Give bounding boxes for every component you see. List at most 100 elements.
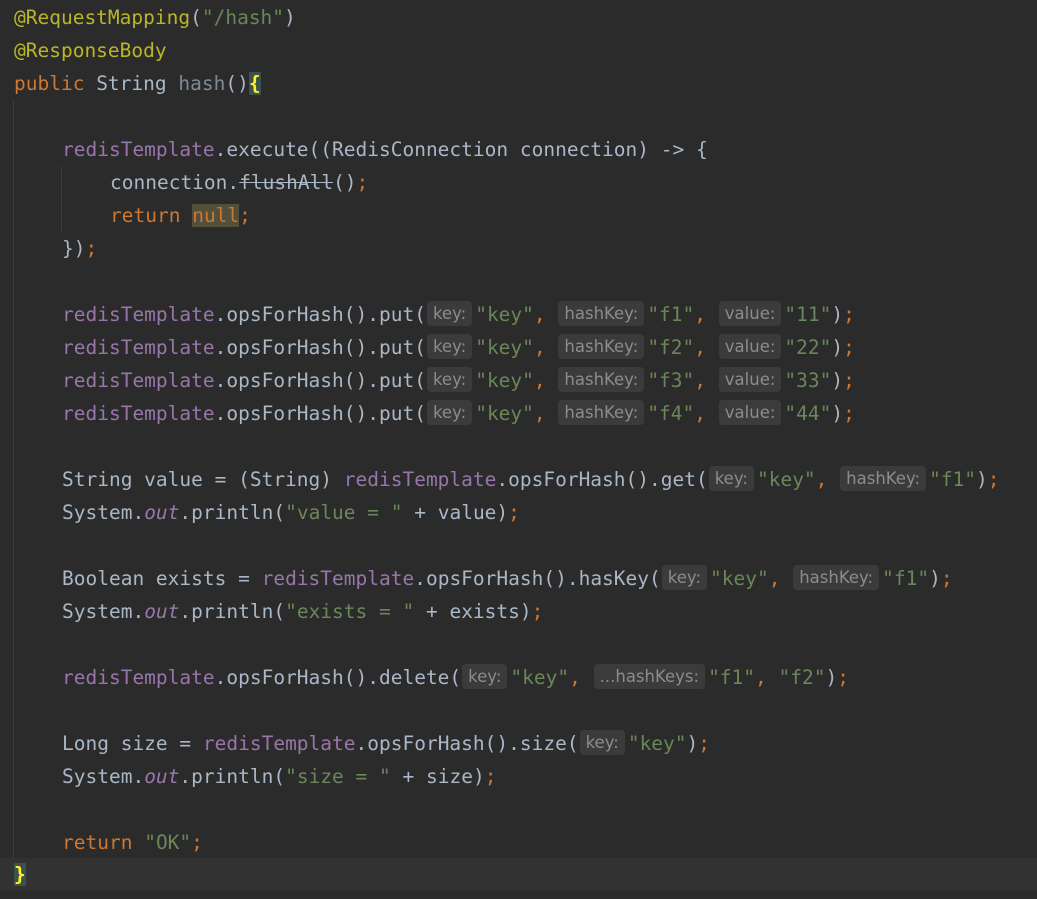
string-literal: "key" — [710, 567, 769, 590]
string-literal: "value = " — [285, 501, 403, 524]
code-line-26[interactable]: return "OK"; — [0, 826, 1037, 859]
code-line-15[interactable]: String value = (String) redisTemplate.op… — [0, 463, 1037, 496]
string-literal: "11" — [784, 303, 832, 326]
system-class: System. — [62, 600, 145, 623]
code-line-21[interactable]: redisTemplate.opsForHash().delete(key: "k… — [0, 661, 1037, 694]
string-literal: "/hash" — [201, 6, 285, 29]
string-literal: "key" — [475, 336, 534, 359]
semicolon: ; — [940, 567, 953, 590]
paren: ) — [831, 369, 844, 392]
semicolon: ; — [484, 765, 497, 788]
connection-object: connection. — [110, 171, 240, 194]
string-literal: "key" — [475, 303, 534, 326]
param-hint-hashkeys: ...hashKeys: — [593, 664, 706, 689]
field-redis-template: redisTemplate — [261, 567, 415, 590]
string-literal: "key" — [756, 468, 816, 491]
field-redis-template: redisTemplate — [202, 732, 356, 755]
code-line-23[interactable]: Long size = redisTemplate.opsForHash().s… — [0, 727, 1037, 760]
param-hint-key: key: — [426, 301, 473, 326]
semicolon: ; — [531, 600, 544, 623]
code-line-8[interactable]: }); — [0, 232, 1037, 265]
comma: , — [533, 336, 546, 359]
call-parens: () — [333, 171, 357, 194]
comma: , — [768, 567, 781, 590]
param-hint-value: value: — [718, 400, 782, 425]
field-redis-template: redisTemplate — [62, 666, 215, 689]
param-hint-key: key: — [708, 466, 754, 491]
delete-call: .opsForHash().delete( — [214, 666, 462, 689]
concat-expression: + exists) — [414, 600, 532, 623]
param-hint-key: key: — [661, 565, 708, 590]
keyword-return: return — [62, 831, 133, 854]
field-redis-template: redisTemplate — [62, 402, 215, 425]
get-call: .opsForHash().get( — [496, 468, 708, 491]
param-hint-key: key: — [462, 664, 508, 689]
param-hint-value: value: — [718, 301, 782, 326]
static-field-out: out — [144, 600, 180, 623]
keyword-null-highlighted: null — [192, 204, 240, 227]
paren: ) — [831, 402, 844, 425]
string-literal: "key" — [627, 732, 687, 755]
paren: ) — [831, 336, 844, 359]
comma: , — [694, 402, 707, 425]
code-line-24[interactable]: System.out.println("size = " + size); — [0, 760, 1037, 793]
code-line-6[interactable]: connection.flushAll(); — [0, 166, 1037, 199]
string-literal: "key" — [475, 369, 534, 392]
variable-declaration: Long size = — [62, 732, 203, 755]
semicolon: ; — [191, 831, 203, 854]
code-line-3[interactable]: public String hash(){ — [0, 67, 1037, 100]
field-redis-template: redisTemplate — [62, 138, 215, 161]
system-class: System. — [62, 765, 145, 788]
put-call: .opsForHash().put( — [214, 303, 426, 326]
paren: ) — [976, 468, 988, 491]
paren: ) — [831, 303, 844, 326]
code-line-7[interactable]: return null; — [0, 199, 1037, 232]
code-line-1[interactable]: @RequestMapping("/hash") — [0, 1, 1037, 34]
code-line-19[interactable]: System.out.println("exists = " + exists)… — [0, 595, 1037, 628]
code-line-2[interactable]: @ResponseBody — [0, 34, 1037, 67]
semicolon: ; — [843, 303, 855, 326]
comma: , — [815, 468, 828, 491]
comma: , — [694, 336, 707, 359]
static-field-out: out — [144, 765, 180, 788]
field-redis-template: redisTemplate — [343, 468, 497, 491]
code-line-10[interactable]: redisTemplate.opsForHash().put(key: "key"… — [0, 298, 1037, 331]
println-call: .println( — [179, 600, 286, 623]
open-brace-highlight: { — [248, 72, 261, 95]
code-line-18[interactable]: Boolean exists = redisTemplate.opsForHas… — [0, 562, 1037, 595]
semicolon: ; — [356, 171, 369, 194]
static-field-out: out — [144, 501, 180, 524]
code-line-27-current[interactable]: } — [0, 858, 1037, 891]
string-literal: "33" — [784, 369, 832, 392]
paren: ) — [825, 666, 838, 689]
code-line-16[interactable]: System.out.println("value = " + value); — [0, 496, 1037, 529]
string-literal: "size = " — [285, 765, 391, 788]
put-call: .opsForHash().put( — [214, 402, 426, 425]
field-redis-template: redisTemplate — [62, 303, 215, 326]
param-hint-key: key: — [426, 334, 473, 359]
string-literal: "f4" — [647, 402, 695, 425]
field-redis-template: redisTemplate — [62, 336, 215, 359]
comma: , — [569, 666, 581, 689]
semicolon: ; — [843, 336, 855, 359]
comma: , — [533, 369, 546, 392]
deprecated-method-flushall: flushAll — [239, 171, 334, 194]
code-line-5[interactable]: redisTemplate.execute((RedisConnection c… — [0, 133, 1037, 166]
semicolon: ; — [843, 369, 855, 392]
string-literal: "44" — [784, 402, 832, 425]
concat-expression: + size) — [390, 765, 485, 788]
method-name: hash — [178, 72, 226, 95]
param-hint-key: key: — [426, 367, 473, 392]
println-call: .println( — [179, 501, 286, 524]
paren: ( — [190, 6, 202, 29]
return-type: String — [84, 72, 179, 95]
code-line-12[interactable]: redisTemplate.opsForHash().put(key: "key"… — [0, 364, 1037, 397]
code-editor[interactable]: @RequestMapping("/hash") @ResponseBody p… — [0, 0, 1037, 899]
string-literal: "f1" — [708, 666, 756, 689]
code-line-13[interactable]: redisTemplate.opsForHash().put(key: "key"… — [0, 397, 1037, 430]
code-line-11[interactable]: redisTemplate.opsForHash().put(key: "key"… — [0, 331, 1037, 364]
variable-declaration: Boolean exists = — [62, 567, 262, 590]
annotation-request-mapping: @RequestMapping — [14, 6, 191, 29]
